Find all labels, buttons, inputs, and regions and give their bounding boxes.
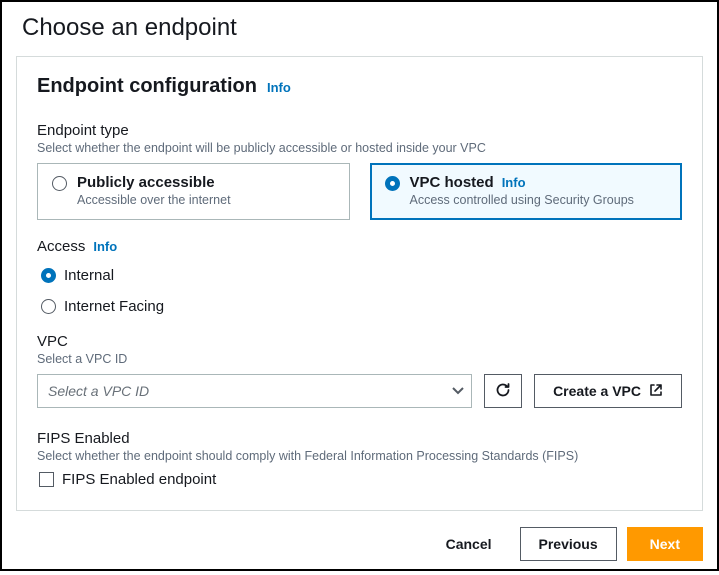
refresh-icon	[495, 382, 511, 401]
tile-title: Publicly accessible	[77, 174, 215, 191]
vpc-select-placeholder: Select a VPC ID	[37, 374, 472, 408]
checkbox-icon	[39, 472, 54, 487]
radio-icon	[52, 176, 67, 191]
radio-icon	[41, 299, 56, 314]
vpc-select[interactable]: Select a VPC ID	[37, 374, 472, 408]
tile-body: Publicly accessible Accessible over the …	[77, 174, 335, 207]
endpoint-config-panel: Endpoint configuration Info Endpoint typ…	[16, 56, 703, 511]
panel-info-link[interactable]: Info	[267, 80, 291, 95]
vpc-label: VPC	[37, 333, 682, 350]
radio-label: Internal	[64, 267, 114, 284]
endpoint-type-label: Endpoint type	[37, 122, 682, 139]
fips-label: FIPS Enabled	[37, 430, 682, 447]
fips-section: FIPS Enabled Select whether the endpoint…	[37, 430, 682, 488]
endpoint-type-hint: Select whether the endpoint will be publ…	[37, 141, 682, 155]
external-link-icon	[649, 383, 663, 400]
radio-icon	[385, 176, 400, 191]
radio-internal[interactable]: Internal	[37, 267, 682, 284]
radio-label: Internet Facing	[64, 298, 164, 315]
fips-hint: Select whether the endpoint should compl…	[37, 449, 682, 463]
radio-internet-facing[interactable]: Internet Facing	[37, 298, 682, 315]
next-button[interactable]: Next	[627, 527, 703, 561]
tile-info-link[interactable]: Info	[502, 175, 526, 190]
fips-checkbox[interactable]: FIPS Enabled endpoint	[37, 471, 682, 488]
create-vpc-button[interactable]: Create a VPC	[534, 374, 682, 408]
panel-header: Endpoint configuration Info	[37, 75, 682, 98]
endpoint-type-tiles: Publicly accessible Accessible over the …	[37, 163, 682, 220]
vpc-section: VPC Select a VPC ID Select a VPC ID Crea…	[37, 333, 682, 408]
tile-title: VPC hosted	[410, 174, 494, 191]
tile-desc: Access controlled using Security Groups	[410, 193, 668, 207]
access-label: Access	[37, 238, 85, 255]
previous-button[interactable]: Previous	[520, 527, 617, 561]
tile-body: VPC hosted Info Access controlled using …	[410, 174, 668, 207]
access-info-link[interactable]: Info	[93, 239, 117, 254]
tile-vpc-hosted[interactable]: VPC hosted Info Access controlled using …	[370, 163, 683, 220]
panel-title: Endpoint configuration	[37, 75, 257, 98]
cancel-button[interactable]: Cancel	[428, 527, 510, 561]
tile-publicly-accessible[interactable]: Publicly accessible Accessible over the …	[37, 163, 350, 220]
vpc-hint: Select a VPC ID	[37, 352, 682, 366]
wizard-footer: Cancel Previous Next	[2, 521, 717, 575]
create-vpc-label: Create a VPC	[553, 383, 641, 399]
access-section: Access Info Internal Internet Facing	[37, 238, 682, 315]
page-title: Choose an endpoint	[2, 2, 717, 56]
tile-desc: Accessible over the internet	[77, 193, 335, 207]
refresh-button[interactable]	[484, 374, 522, 408]
endpoint-type-section: Endpoint type Select whether the endpoin…	[37, 122, 682, 220]
fips-checkbox-label: FIPS Enabled endpoint	[62, 471, 216, 488]
radio-icon	[41, 268, 56, 283]
